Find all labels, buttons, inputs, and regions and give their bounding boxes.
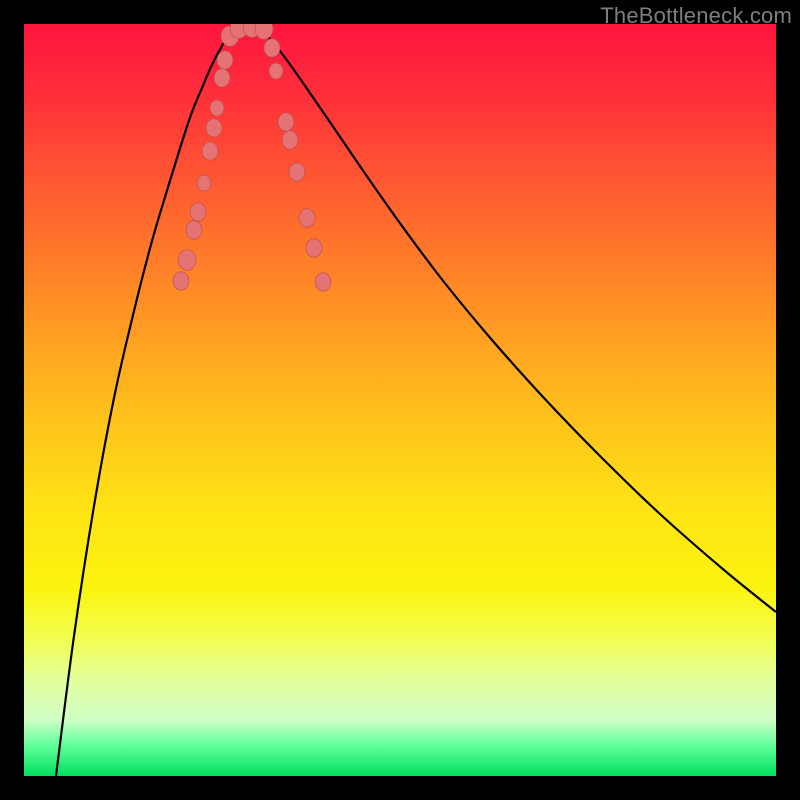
data-marker <box>306 239 322 257</box>
data-marker <box>289 163 305 181</box>
data-marker <box>315 273 331 291</box>
data-marker <box>264 39 280 57</box>
data-marker <box>178 250 196 271</box>
curve-svg <box>24 24 776 776</box>
data-marker <box>173 272 189 290</box>
data-marker <box>255 24 273 39</box>
plot-area <box>24 24 776 776</box>
data-marker <box>190 203 206 221</box>
marker-group <box>173 24 331 291</box>
outer-frame: TheBottleneck.com <box>0 0 800 800</box>
curve-left <box>56 26 242 776</box>
curve-right <box>252 26 776 612</box>
data-marker <box>202 142 218 160</box>
data-marker <box>299 209 315 227</box>
data-marker <box>197 175 211 191</box>
data-marker <box>269 63 283 79</box>
data-marker <box>206 119 222 137</box>
data-marker <box>210 100 224 116</box>
data-marker <box>278 113 294 131</box>
data-marker <box>217 51 233 69</box>
data-marker <box>282 131 298 149</box>
watermark-label: TheBottleneck.com <box>600 3 792 29</box>
data-marker <box>214 69 230 87</box>
data-marker <box>186 221 202 239</box>
